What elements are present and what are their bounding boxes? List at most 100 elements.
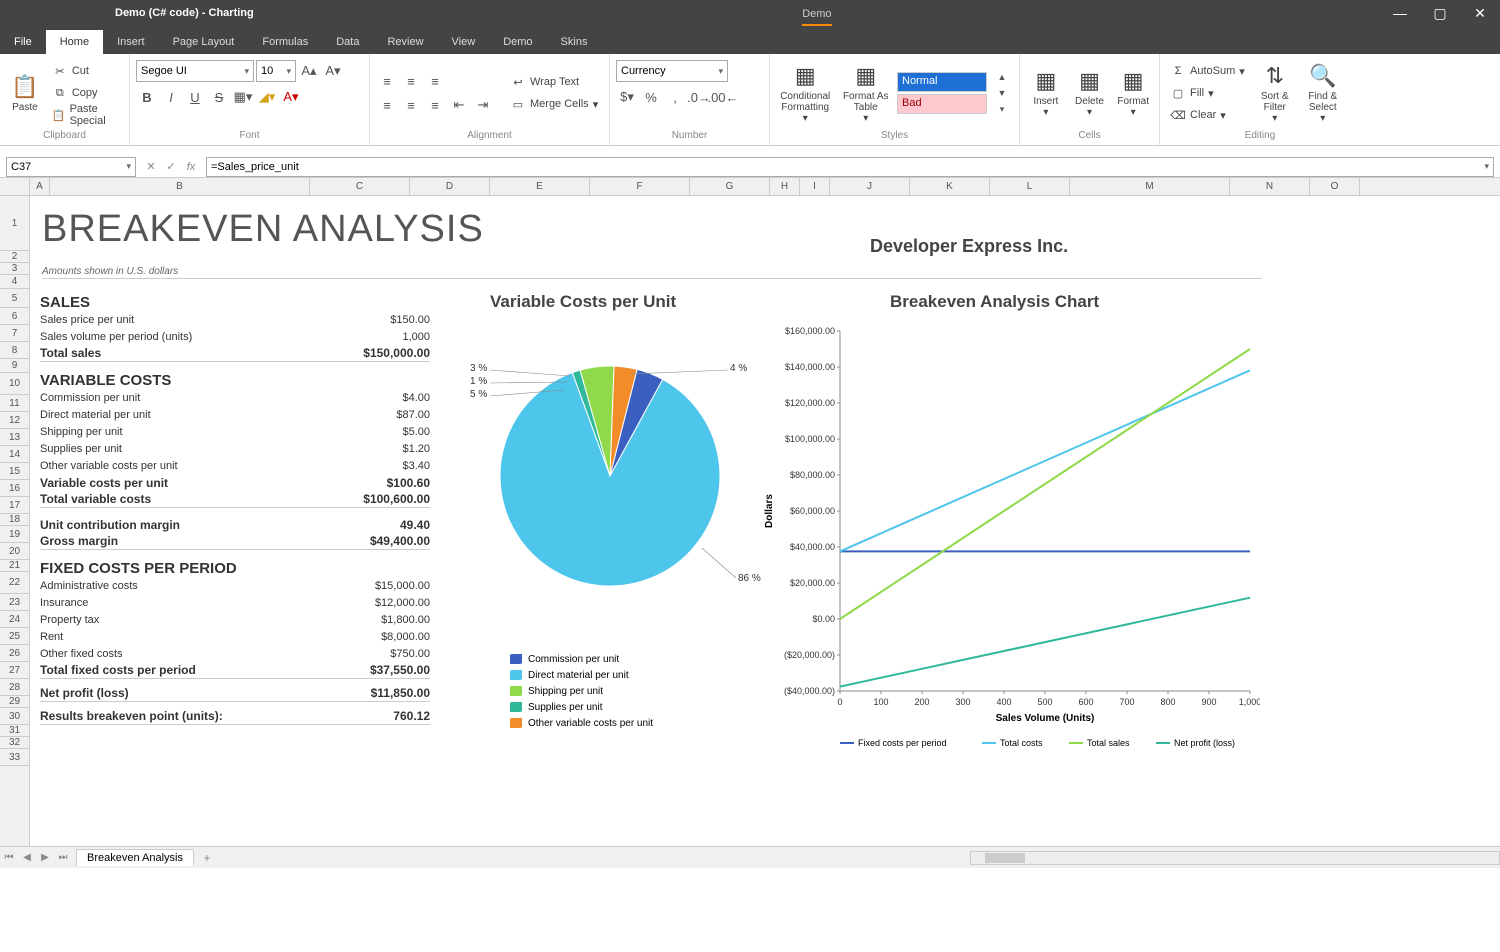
row-header-26[interactable]: 26: [0, 645, 29, 662]
align-top-button[interactable]: ≡: [376, 70, 398, 92]
row-header-10[interactable]: 10: [0, 373, 29, 395]
paste-button[interactable]: 📋Paste: [6, 60, 44, 126]
tab-nav-next[interactable]: ▶: [36, 852, 54, 863]
sheet-tab-active[interactable]: Breakeven Analysis: [76, 849, 194, 866]
tab-file[interactable]: File: [0, 30, 46, 54]
indent-dec-button[interactable]: ⇤: [448, 94, 470, 116]
align-center-button[interactable]: ≡: [400, 94, 422, 116]
strike-button[interactable]: S: [208, 86, 230, 108]
tab-review[interactable]: Review: [373, 30, 437, 54]
formula-input[interactable]: =Sales_price_unit: [206, 157, 1494, 177]
find-select-button[interactable]: 🔍Find & Select ▾: [1301, 60, 1345, 126]
row-header-9[interactable]: 9: [0, 359, 29, 373]
fill-color-button[interactable]: ◢▾: [256, 86, 278, 108]
percent-button[interactable]: %: [640, 86, 662, 108]
row-header-29[interactable]: 29: [0, 696, 29, 708]
worksheet[interactable]: BREAKEVEN ANALYSIS Developer Express Inc…: [30, 196, 1500, 846]
row-header-17[interactable]: 17: [0, 497, 29, 514]
row-header-7[interactable]: 7: [0, 325, 29, 342]
row-header-18[interactable]: 18: [0, 514, 29, 526]
row-header-5[interactable]: 5: [0, 289, 29, 308]
col-header-A[interactable]: A: [30, 178, 50, 195]
align-right-button[interactable]: ≡: [424, 94, 446, 116]
col-header-J[interactable]: J: [830, 178, 910, 195]
insert-cells-button[interactable]: ▦Insert ▾: [1026, 60, 1066, 126]
cut-button[interactable]: ✂Cut: [48, 61, 123, 81]
row-header-33[interactable]: 33: [0, 749, 29, 766]
grow-font-button[interactable]: A▴: [298, 60, 320, 82]
font-size-combo[interactable]: 10: [256, 60, 296, 82]
col-header-D[interactable]: D: [410, 178, 490, 195]
col-header-C[interactable]: C: [310, 178, 410, 195]
col-header-H[interactable]: H: [770, 178, 800, 195]
name-box[interactable]: C37: [6, 157, 136, 177]
row-header-2[interactable]: 2: [0, 251, 29, 263]
tab-nav-first[interactable]: ⏮: [0, 852, 18, 863]
italic-button[interactable]: I: [160, 86, 182, 108]
col-header-M[interactable]: M: [1070, 178, 1230, 195]
style-normal[interactable]: Normal: [897, 72, 987, 92]
clear-button[interactable]: ⌫Clear ▾: [1166, 105, 1249, 125]
styles-more-button[interactable]: ▾: [991, 101, 1013, 117]
format-cells-button[interactable]: ▦Format ▾: [1113, 60, 1153, 126]
tab-home[interactable]: Home: [46, 30, 103, 54]
row-header-22[interactable]: 22: [0, 572, 29, 594]
close-button[interactable]: ✕: [1460, 0, 1500, 26]
enter-formula-button[interactable]: ✓: [162, 158, 180, 176]
row-header-13[interactable]: 13: [0, 429, 29, 446]
styles-up-button[interactable]: ▲: [991, 69, 1013, 85]
style-bad[interactable]: Bad: [897, 94, 987, 114]
currency-button[interactable]: $▾: [616, 86, 638, 108]
comma-button[interactable]: ,: [664, 86, 686, 108]
tab-data[interactable]: Data: [322, 30, 373, 54]
tab-skins[interactable]: Skins: [547, 30, 602, 54]
font-color-button[interactable]: A▾: [280, 86, 302, 108]
fx-button[interactable]: fx: [182, 158, 200, 176]
row-header-4[interactable]: 4: [0, 275, 29, 289]
tab-nav-prev[interactable]: ◀: [18, 852, 36, 863]
indent-inc-button[interactable]: ⇥: [472, 94, 494, 116]
styles-down-button[interactable]: ▼: [991, 85, 1013, 101]
number-format-combo[interactable]: Currency: [616, 60, 728, 82]
col-header-K[interactable]: K: [910, 178, 990, 195]
wrap-text-button[interactable]: ↩Wrap Text: [506, 72, 602, 92]
row-header-23[interactable]: 23: [0, 594, 29, 611]
dec-decimal-button[interactable]: .00←: [712, 86, 734, 108]
col-header-O[interactable]: O: [1310, 178, 1360, 195]
fill-button[interactable]: ▢Fill ▾: [1166, 83, 1249, 103]
row-header-6[interactable]: 6: [0, 308, 29, 325]
bold-button[interactable]: B: [136, 86, 158, 108]
cond-format-button[interactable]: ▦Conditional Formatting ▾: [776, 60, 834, 126]
row-header-3[interactable]: 3: [0, 263, 29, 275]
format-table-button[interactable]: ▦Format As Table ▾: [838, 60, 893, 126]
sort-filter-button[interactable]: ⇅Sort & Filter ▾: [1253, 60, 1297, 126]
minimize-button[interactable]: —: [1380, 0, 1420, 26]
underline-button[interactable]: U: [184, 86, 206, 108]
maximize-button[interactable]: ▢: [1420, 0, 1460, 26]
row-header-12[interactable]: 12: [0, 412, 29, 429]
row-header-30[interactable]: 30: [0, 708, 29, 725]
row-header-19[interactable]: 19: [0, 526, 29, 543]
add-sheet-button[interactable]: +: [198, 851, 216, 865]
row-header-20[interactable]: 20: [0, 543, 29, 560]
tab-insert[interactable]: Insert: [103, 30, 159, 54]
align-middle-button[interactable]: ≡: [400, 70, 422, 92]
row-header-15[interactable]: 15: [0, 463, 29, 480]
merge-cells-button[interactable]: ▭Merge Cells ▾: [506, 94, 602, 114]
cancel-formula-button[interactable]: ✕: [142, 158, 160, 176]
tab-page-layout[interactable]: Page Layout: [159, 30, 249, 54]
col-header-N[interactable]: N: [1230, 178, 1310, 195]
copy-button[interactable]: ⧉Copy: [48, 83, 123, 103]
tab-demo[interactable]: Demo: [489, 30, 546, 54]
tab-formulas[interactable]: Formulas: [248, 30, 322, 54]
row-header-32[interactable]: 32: [0, 737, 29, 749]
row-header-21[interactable]: 21: [0, 560, 29, 572]
row-header-16[interactable]: 16: [0, 480, 29, 497]
h-scrollbar[interactable]: [970, 851, 1500, 865]
align-bottom-button[interactable]: ≡: [424, 70, 446, 92]
row-header-11[interactable]: 11: [0, 395, 29, 412]
row-header-27[interactable]: 27: [0, 662, 29, 679]
paste-special-button[interactable]: 📋Paste Special: [48, 105, 123, 125]
row-header-1[interactable]: 1: [0, 196, 29, 251]
align-left-button[interactable]: ≡: [376, 94, 398, 116]
